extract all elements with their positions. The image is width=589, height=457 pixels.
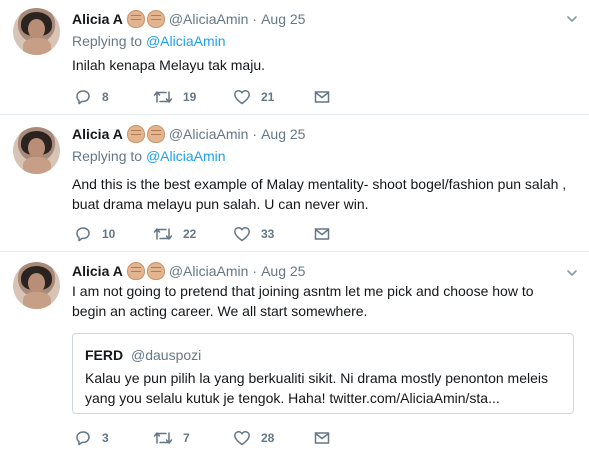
tweet-text: Inilah kenapa Melayu tak maju. — [72, 55, 572, 75]
retweet-count: 7 — [183, 431, 190, 445]
envelope-icon — [314, 91, 330, 103]
replying-to-label: Replying to — [72, 148, 143, 164]
tweet-date[interactable]: Aug 25 — [261, 11, 305, 27]
reply-icon — [76, 227, 90, 242]
tweet-actions: 8 19 21 — [74, 88, 331, 106]
reply-button[interactable]: 10 — [74, 225, 153, 243]
tweet-header: Alicia A @AliciaAmin · Aug 25 — [72, 262, 305, 280]
tweet-date[interactable]: Aug 25 — [261, 126, 305, 142]
reply-icon — [76, 90, 90, 105]
clap-emoji-icon — [126, 10, 145, 28]
chevron-down-icon[interactable] — [565, 266, 579, 280]
direct-message-button[interactable] — [313, 88, 331, 106]
replying-to: Replying to @AliciaAmin — [72, 148, 226, 164]
quoted-tweet-text: Kalau ye pun pilih la yang berkualiti si… — [85, 368, 565, 408]
clap-emoji-icon — [146, 262, 165, 280]
tweet-text-line: I am not going to pretend that joining a… — [72, 283, 534, 299]
tweet-1[interactable]: Alicia A @AliciaAmin · Aug 25 Replying t… — [0, 0, 589, 115]
tweet-actions: 10 22 33 — [74, 225, 331, 243]
retweet-button[interactable]: 19 — [153, 88, 233, 106]
replying-to-label: Replying to — [72, 33, 143, 49]
clap-emoji-icon — [126, 262, 145, 280]
clap-emoji-icon — [126, 125, 145, 143]
heart-icon — [234, 430, 250, 446]
avatar[interactable] — [13, 127, 60, 174]
like-button[interactable]: 21 — [233, 88, 313, 106]
retweet-icon — [153, 91, 173, 103]
like-button[interactable]: 28 — [233, 429, 313, 447]
user-handle[interactable]: @AliciaAmin — [169, 263, 249, 279]
reply-button[interactable]: 3 — [74, 429, 153, 447]
envelope-icon — [314, 432, 330, 444]
retweet-button[interactable]: 7 — [153, 429, 233, 447]
reply-count: 8 — [102, 90, 109, 104]
tweet-text: I am not going to pretend that joining a… — [72, 281, 572, 321]
retweet-count: 19 — [183, 90, 197, 104]
tweet-text-line: And this is the best example of Malay me… — [72, 176, 567, 192]
tweet-text-line: begin an acting career. We all start som… — [72, 303, 368, 319]
retweet-icon — [153, 432, 173, 444]
replying-to: Replying to @AliciaAmin — [72, 33, 226, 49]
quoted-text-line: yang you selalu kutuk je tengok. Haha! t… — [85, 390, 500, 406]
reply-count: 3 — [102, 431, 109, 445]
replying-to-link[interactable]: @AliciaAmin — [146, 33, 226, 49]
quoted-user-handle: @dauspozi — [131, 347, 202, 363]
quoted-text-line: Kalau ye pun pilih la yang berkualiti si… — [85, 370, 549, 386]
user-handle[interactable]: @AliciaAmin — [169, 11, 249, 27]
tweet-text-line: buat drama melayu pun salah. U can never… — [72, 196, 369, 212]
like-count: 21 — [261, 90, 275, 104]
tweet-header: Alicia A @AliciaAmin · Aug 25 — [72, 125, 305, 143]
quoted-tweet-header: FERD @dauspozi — [85, 347, 201, 363]
tweet-2[interactable]: Alicia A @AliciaAmin · Aug 25 Replying t… — [0, 115, 589, 252]
direct-message-button[interactable] — [313, 225, 331, 243]
display-name[interactable]: Alicia A — [72, 126, 123, 142]
display-name[interactable]: Alicia A — [72, 263, 123, 279]
chevron-down-icon[interactable] — [565, 12, 579, 26]
avatar[interactable] — [13, 262, 60, 309]
clap-emoji-icon — [146, 125, 165, 143]
direct-message-button[interactable] — [313, 429, 331, 447]
retweet-icon — [153, 228, 173, 240]
tweet-date[interactable]: Aug 25 — [261, 263, 305, 279]
tweet-header: Alicia A @AliciaAmin · Aug 25 — [72, 10, 305, 28]
reply-icon — [76, 431, 90, 446]
reply-button[interactable]: 8 — [74, 88, 153, 106]
like-count: 28 — [261, 431, 275, 445]
like-button[interactable]: 33 — [233, 225, 313, 243]
separator-dot: · — [252, 11, 258, 27]
quoted-display-name: FERD — [85, 347, 124, 363]
display-name[interactable]: Alicia A — [72, 11, 123, 27]
heart-icon — [234, 226, 250, 242]
separator-dot: · — [252, 263, 258, 279]
avatar[interactable] — [13, 8, 60, 55]
retweet-count: 22 — [183, 227, 197, 241]
separator-dot: · — [252, 126, 258, 142]
tweet-text-line: Inilah kenapa Melayu tak maju. — [72, 57, 265, 73]
clap-emoji-icon — [146, 10, 165, 28]
replying-to-link[interactable]: @AliciaAmin — [146, 148, 226, 164]
tweet-text: And this is the best example of Malay me… — [72, 174, 572, 214]
heart-icon — [234, 89, 250, 105]
like-count: 33 — [261, 227, 275, 241]
user-handle[interactable]: @AliciaAmin — [169, 126, 249, 142]
envelope-icon — [314, 228, 330, 240]
tweet-actions: 3 7 28 — [74, 429, 331, 447]
quoted-tweet[interactable]: FERD @dauspozi Kalau ye pun pilih la yan… — [72, 333, 574, 414]
reply-count: 10 — [102, 227, 116, 241]
retweet-button[interactable]: 22 — [153, 225, 233, 243]
